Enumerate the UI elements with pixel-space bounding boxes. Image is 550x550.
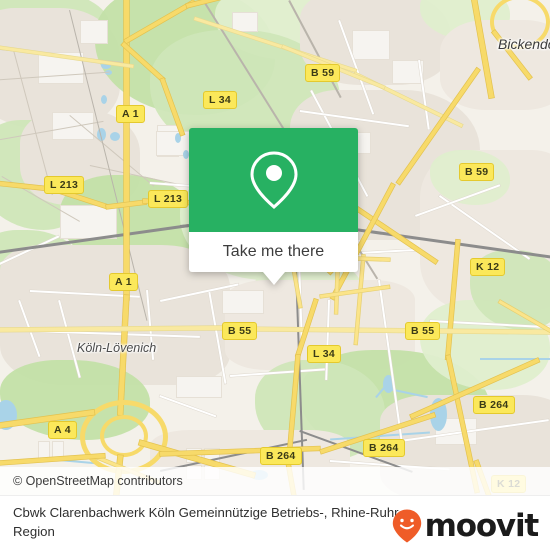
take-me-there-label: Take me there [222, 243, 325, 260]
building [222, 290, 264, 314]
shield-a1-top: A 1 [116, 105, 145, 123]
shield-l213-left: L 213 [44, 176, 85, 194]
Bickendorf-label: Bickendo [498, 36, 550, 52]
stream [480, 358, 550, 360]
shield-b264-left: B 264 [260, 447, 302, 465]
map-page: B 59 L 34 A 1 L 213 L 213 B 59 K 12 A 1 B 55 B 55… [0, 0, 550, 550]
shield-l34-top: L 34 [203, 91, 238, 109]
shield-b59-top: B 59 [305, 64, 341, 82]
moovit-logo[interactable]: moovit [392, 507, 540, 544]
shield-a1-mid: A 1 [109, 273, 138, 291]
building [232, 12, 258, 32]
shield-l34-mid: L 34 [307, 345, 342, 363]
location-title: Cbwk Clarenbachwerk Köln Gemeinnützige B… [13, 505, 399, 539]
map-attribution-bar: © OpenStreetMap contributors [0, 467, 550, 495]
shield-b264-right: B 264 [473, 396, 515, 414]
location-popup[interactable]: Take me there [189, 128, 358, 285]
take-me-there-button[interactable]: Take me there [189, 232, 358, 272]
building [80, 20, 108, 44]
lake [101, 95, 107, 104]
motorway-interchange [100, 415, 148, 457]
building [176, 376, 222, 398]
shield-a4: A 4 [48, 421, 77, 439]
building [60, 205, 117, 239]
shield-b59-right: B 59 [459, 163, 495, 181]
shield-b55-right: B 55 [405, 322, 441, 340]
building [352, 30, 390, 60]
map-canvas[interactable]: B 59 L 34 A 1 L 213 L 213 B 59 K 12 A 1 B 55 B 55… [0, 0, 550, 495]
moovit-wordmark: moovit [424, 507, 540, 544]
koeln-loevenich-label: Köln-Lövenich [77, 341, 157, 355]
map-pin-icon [249, 151, 298, 209]
shield-b55-left: B 55 [222, 322, 258, 340]
lake [110, 132, 120, 141]
popup-tail [262, 272, 285, 285]
moovit-pin-smiley-icon [392, 509, 421, 543]
osm-attribution-text[interactable]: © OpenStreetMap contributors [0, 474, 183, 488]
footer-bar: Cbwk Clarenbachwerk Köln Gemeinnützige B… [0, 495, 550, 550]
shield-l213-mid: L 213 [148, 190, 189, 208]
shield-k12-right: K 12 [470, 258, 506, 276]
popup-pin-area [189, 128, 358, 232]
shield-b264-mid: B 264 [363, 439, 405, 457]
